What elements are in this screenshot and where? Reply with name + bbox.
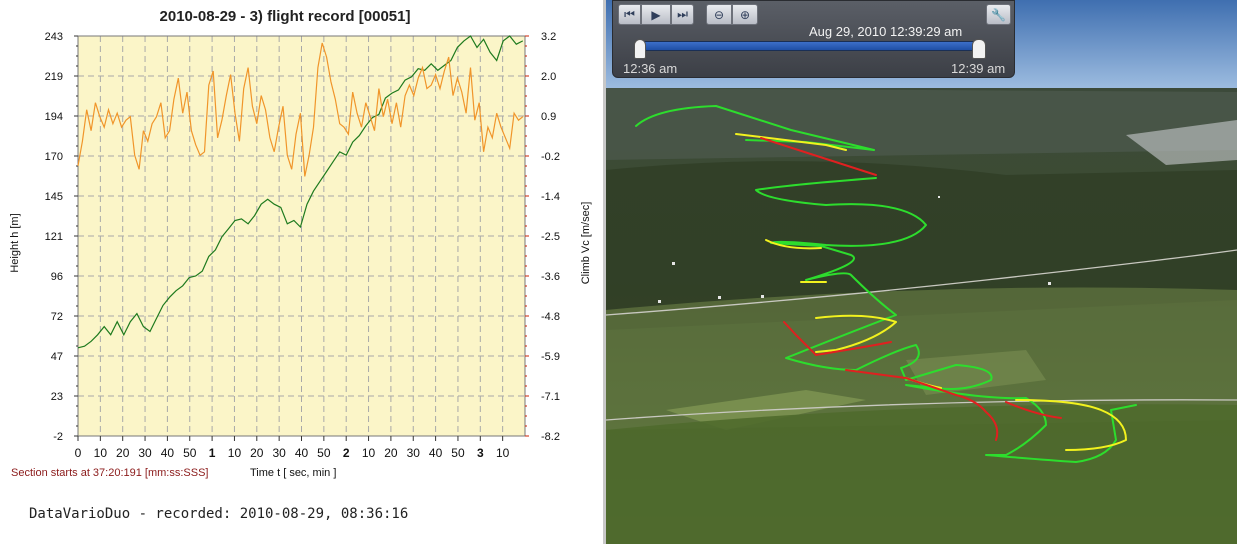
slider-start-handle[interactable] bbox=[634, 39, 646, 59]
y-tick-label-right: -5.9 bbox=[541, 351, 560, 363]
y-tick-label-left: 121 bbox=[45, 231, 63, 243]
y-tick-label-right: -1.4 bbox=[541, 191, 560, 203]
y-tick-label-left: 194 bbox=[45, 111, 63, 123]
zoom-out-button[interactable]: ⊖ bbox=[706, 4, 732, 25]
x-tick-label: 10 bbox=[496, 446, 510, 460]
y-tick-label-right: -8.2 bbox=[541, 431, 560, 443]
y-tick-label-left: 243 bbox=[45, 31, 63, 43]
time-control-panel: ⏮ ▶ ⏭ ⊖ ⊕ 🔧 Aug 29, 2010 12:39:29 am 12:… bbox=[612, 0, 1015, 78]
x-tick-label: 50 bbox=[451, 446, 465, 460]
flight-chart: 24321919417014512196724723-23.22.00.9-0.… bbox=[9, 31, 592, 460]
y-tick-label-left: -2 bbox=[53, 431, 63, 443]
distant-hills bbox=[606, 88, 1237, 160]
settings-button[interactable]: 🔧 bbox=[986, 4, 1011, 25]
slider-end-handle[interactable] bbox=[972, 39, 986, 59]
satellite-terrain[interactable] bbox=[606, 0, 1237, 544]
y-tick-label-right: -7.1 bbox=[541, 391, 560, 403]
x-tick-label: 40 bbox=[295, 446, 309, 460]
x-tick-label: 30 bbox=[272, 446, 286, 460]
y-tick-label-left: 145 bbox=[45, 191, 63, 203]
x-tick-label: 30 bbox=[138, 446, 152, 460]
y-tick-label-left: 72 bbox=[51, 311, 63, 323]
play-icon: ▶ bbox=[651, 7, 661, 22]
skip-back-icon: ⏮ bbox=[624, 7, 635, 21]
play-button[interactable]: ▶ bbox=[641, 4, 671, 25]
x-tick-label: 20 bbox=[250, 446, 264, 460]
zoom-in-icon: ⊕ bbox=[739, 7, 751, 22]
x-axis-label: Time t [ sec, min ] bbox=[250, 467, 337, 479]
y-tick-label-left: 96 bbox=[51, 271, 63, 283]
x-tick-label: 3 bbox=[477, 446, 484, 460]
y-tick-label-right: -3.6 bbox=[541, 271, 560, 283]
x-tick-label: 20 bbox=[384, 446, 398, 460]
x-tick-label: 50 bbox=[317, 446, 331, 460]
y-axis-label-right: Climb Vc [m/sec] bbox=[580, 202, 592, 285]
x-tick-label: 10 bbox=[94, 446, 108, 460]
x-tick-label: 40 bbox=[429, 446, 443, 460]
current-time-label: Aug 29, 2010 12:39:29 am bbox=[809, 24, 963, 39]
x-tick-label: 10 bbox=[228, 446, 242, 460]
chart-title: 2010-08-29 - 3) flight record [00051] bbox=[159, 8, 411, 25]
map-view[interactable] bbox=[606, 0, 1237, 544]
y-tick-label-left: 170 bbox=[45, 151, 63, 163]
section-start-label: Section starts at 37:20:191 [mm:ss:SSS] bbox=[11, 467, 209, 479]
zoom-out-icon: ⊖ bbox=[713, 7, 725, 22]
y-tick-label-left: 47 bbox=[51, 351, 63, 363]
slider-end-time: 12:39 am bbox=[951, 61, 1006, 76]
slider-start-time: 12:36 am bbox=[623, 61, 678, 76]
y-tick-label-right: -2.5 bbox=[541, 231, 560, 243]
wrench-icon: 🔧 bbox=[991, 7, 1006, 22]
y-tick-label-right: 3.2 bbox=[541, 31, 556, 43]
meadows bbox=[606, 404, 1237, 544]
x-tick-label: 10 bbox=[362, 446, 376, 460]
y-tick-label-left: 23 bbox=[51, 391, 63, 403]
y-tick-label-right: 2.0 bbox=[541, 71, 556, 83]
y-tick-label-right: -4.8 bbox=[541, 311, 560, 323]
skip-back-button[interactable]: ⏮ bbox=[618, 4, 641, 25]
time-slider[interactable] bbox=[638, 41, 983, 51]
chart-panel: 243 219 194 170 145 121 96 72 47 23 -2 3.2 2.0 0.9 -0.… bbox=[0, 0, 603, 544]
y-tick-label-right: 0.9 bbox=[541, 111, 556, 123]
x-tick-label: 1 bbox=[209, 446, 216, 460]
x-tick-label: 0 bbox=[75, 446, 82, 460]
y-tick-label-left: 219 bbox=[45, 71, 63, 83]
skip-forward-button[interactable]: ⏭ bbox=[671, 4, 694, 25]
x-tick-label: 20 bbox=[116, 446, 130, 460]
y-axis-label-left: Height h [m] bbox=[9, 213, 21, 272]
y-tick-label-right: -0.2 bbox=[541, 151, 560, 163]
x-tick-label: 30 bbox=[407, 446, 421, 460]
x-tick-label: 50 bbox=[183, 446, 197, 460]
zoom-in-button[interactable]: ⊕ bbox=[732, 4, 758, 25]
x-tick-label: 2 bbox=[343, 446, 350, 460]
skip-forward-icon: ⏭ bbox=[677, 7, 688, 21]
recorded-info: DataVarioDuo - recorded: 2010-08-29, 08:… bbox=[29, 506, 409, 522]
x-tick-label: 40 bbox=[161, 446, 175, 460]
